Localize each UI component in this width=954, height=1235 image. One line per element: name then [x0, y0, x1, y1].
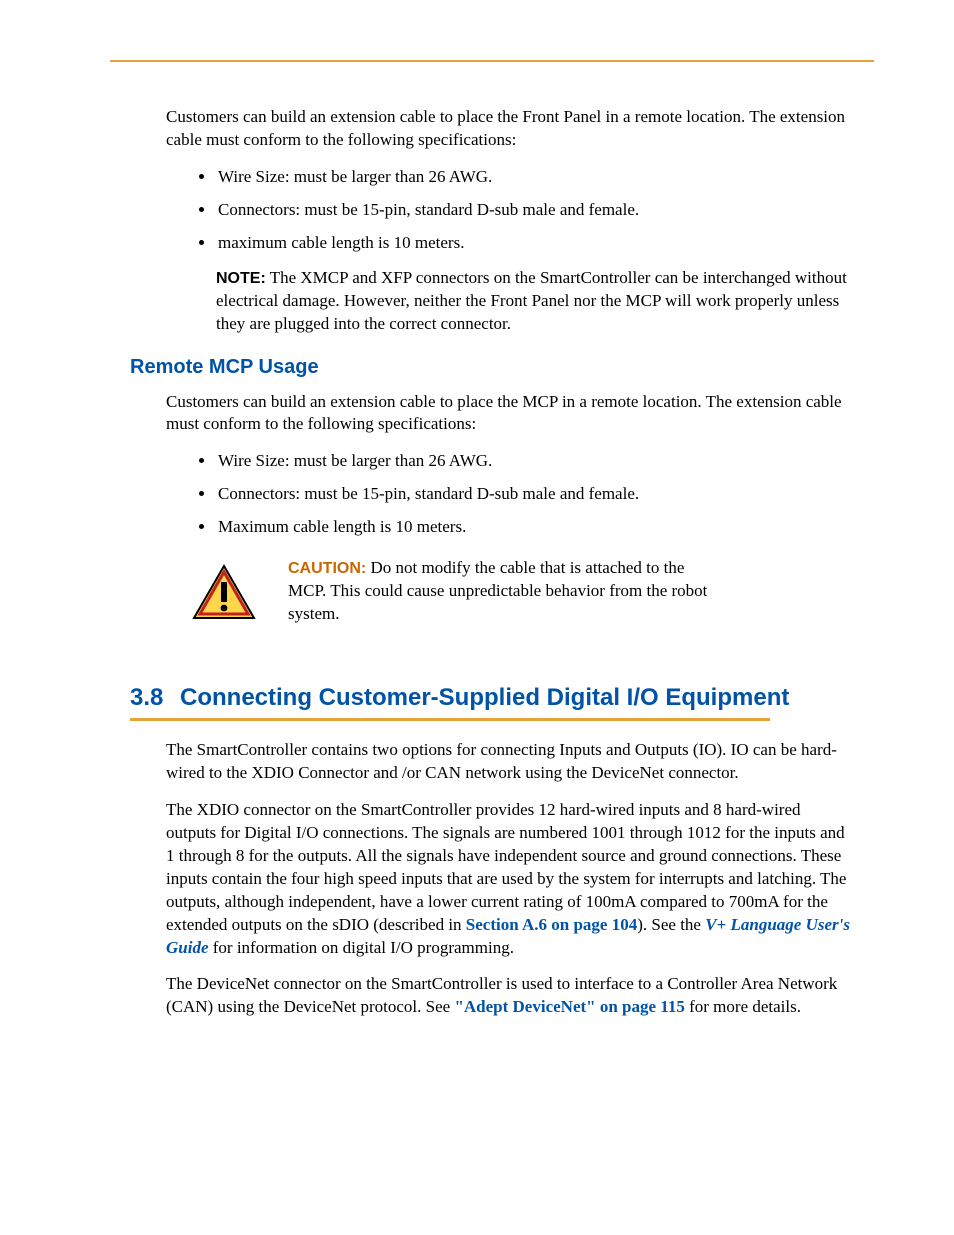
caution-block: CAUTION: Do not modify the cable that is… [192, 557, 854, 626]
note-label: NOTE: [216, 270, 266, 287]
page: Customers can build an extension cable t… [0, 0, 954, 1235]
body-content: Customers can build an extension cable t… [166, 106, 854, 336]
section-para-2: The XDIO connector on the SmartControlle… [166, 799, 854, 960]
text-span: for more details. [685, 997, 801, 1016]
mcp-content: Customers can build an extension cable t… [166, 391, 854, 627]
note-block: NOTE: The XMCP and XFP connectors on the… [216, 267, 854, 336]
link-adept-devicenet[interactable]: "Adept DeviceNet" on page 115 [454, 997, 684, 1016]
text-span: The XDIO connector on the SmartControlle… [166, 800, 846, 934]
note-text: The XMCP and XFP connectors on the Smart… [216, 268, 847, 333]
list-item: Wire Size: must be larger than 26 AWG. [216, 166, 854, 189]
list-item: Maximum cable length is 10 meters. [216, 516, 854, 539]
text-span: ). See the [637, 915, 705, 934]
mcp-bullets: Wire Size: must be larger than 26 AWG. C… [166, 450, 854, 539]
caution-label: CAUTION: [288, 560, 366, 577]
list-item: maximum cable length is 10 meters. [216, 232, 854, 255]
section-title: Connecting Customer-Supplied Digital I/O… [180, 684, 789, 712]
intro-bullets: Wire Size: must be larger than 26 AWG. C… [166, 166, 854, 255]
caution-text: CAUTION: Do not modify the cable that is… [288, 557, 708, 626]
link-section-a6[interactable]: Section A.6 on page 104 [466, 915, 637, 934]
section-number: 3.8 [130, 684, 180, 712]
mcp-paragraph: Customers can build an extension cable t… [166, 391, 854, 437]
list-item: Wire Size: must be larger than 26 AWG. [216, 450, 854, 473]
text-span: for information on digital I/O programmi… [209, 938, 514, 957]
list-item: Connectors: must be 15-pin, standard D-s… [216, 199, 854, 222]
section-content: The SmartController contains two options… [166, 739, 854, 1019]
warning-triangle-icon [192, 564, 256, 620]
intro-paragraph: Customers can build an extension cable t… [166, 106, 854, 152]
section-rule [130, 718, 770, 721]
section-para-3: The DeviceNet connector on the SmartCont… [166, 973, 854, 1019]
subheading-remote-mcp: Remote MCP Usage [130, 356, 854, 379]
section-heading: 3.8 Connecting Customer-Supplied Digital… [130, 684, 854, 712]
section-para-1: The SmartController contains two options… [166, 739, 854, 785]
list-item: Connectors: must be 15-pin, standard D-s… [216, 483, 854, 506]
top-rule [110, 60, 874, 62]
